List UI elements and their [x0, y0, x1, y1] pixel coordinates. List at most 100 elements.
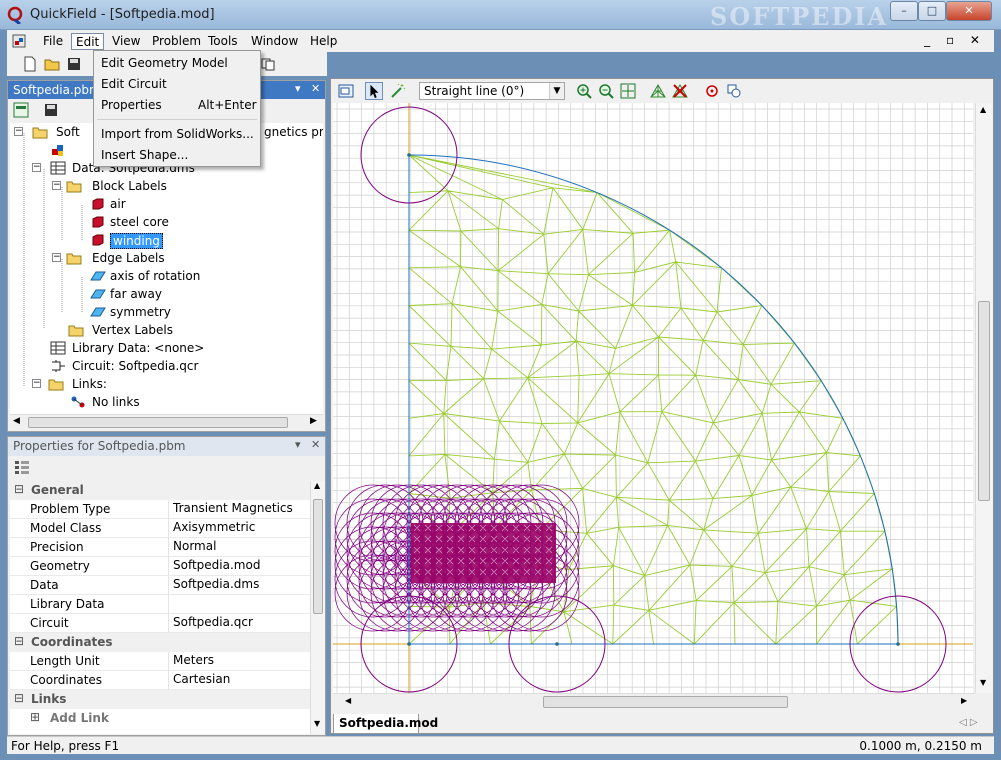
status-help-text: For Help, press F1 [11, 739, 120, 753]
build-mesh-icon[interactable] [649, 82, 667, 100]
zoom-in-icon[interactable] [575, 82, 593, 100]
scroll-up-icon[interactable]: ▲ [980, 105, 986, 114]
tree-label-steel-core: steel core [110, 215, 169, 229]
link-icon [71, 396, 85, 408]
geometry-canvas[interactable] [333, 103, 973, 693]
tree-label-links: Links: [72, 377, 107, 391]
tree-label-axis-of-rotation: axis of rotation [110, 269, 201, 283]
scroll-down-icon[interactable]: ▼ [314, 719, 320, 728]
tree-label-vertex-labels: Vertex Labels [92, 323, 174, 337]
canvas-horizontal-scrollbar[interactable]: ◀ ▶ [333, 693, 975, 710]
scroll-left-icon[interactable]: ◀ [13, 416, 20, 426]
tree-scroll-thumb[interactable] [28, 417, 288, 428]
menu-file[interactable]: File [39, 33, 67, 50]
close-button[interactable]: ✕ [946, 1, 992, 21]
prop-row-model-class[interactable]: Model Class Axisymmetric [10, 519, 310, 538]
minimize-button[interactable]: – [890, 1, 918, 21]
properties-vertical-scrollbar[interactable]: ▲ ▼ [310, 481, 325, 734]
add-link-row[interactable]: ⊞ Add Link [10, 709, 310, 728]
prop-row-problem-type[interactable]: Problem Type Transient Magnetics [10, 500, 310, 519]
panel-pin-icon[interactable]: ▾ [295, 438, 301, 451]
scroll-up-icon[interactable]: ▲ [314, 481, 320, 490]
tree-label-problem-type: gnetics prob [264, 125, 323, 139]
properties-scroll-thumb[interactable] [313, 499, 323, 614]
zoom-out-icon[interactable] [597, 82, 615, 100]
prop-row-geometry[interactable]: Geometry Softpedia.mod [10, 557, 310, 576]
menu-problem[interactable]: Problem [148, 33, 205, 50]
menu-help[interactable]: Help [306, 33, 341, 50]
prop-row-library-data[interactable]: Library Data [10, 595, 310, 614]
maximize-button[interactable]: □ [918, 1, 946, 21]
scroll-down-icon[interactable]: ▼ [980, 678, 986, 687]
category-coordinates[interactable]: ⊟ Coordinates [10, 633, 310, 652]
prop-row-data[interactable]: Data Softpedia.dms [10, 576, 310, 595]
save-icon[interactable] [65, 55, 83, 73]
tab-nav-arrows[interactable]: ◁ ▷ [959, 717, 978, 728]
canvas-scroll-thumb-v[interactable] [978, 301, 990, 501]
menu-item-properties[interactable]: Properties Alt+Enter [96, 95, 258, 115]
folder-icon [32, 127, 48, 139]
properties-panel: Properties for Softpedia.pbm ▾ ✕ ⊟ Genera… [7, 436, 326, 736]
prop-row-length-unit[interactable]: Length Unit Meters [10, 652, 310, 671]
tree-save-icon[interactable] [42, 101, 60, 119]
menu-view[interactable]: View [108, 33, 144, 50]
tree-horizontal-scrollbar[interactable]: ◀ ▶ [10, 414, 323, 430]
tree-label-far-away: far away [110, 287, 162, 301]
menu-item-import-solidworks[interactable]: Import from SolidWorks... [96, 124, 258, 144]
tree-label-air: air [110, 197, 126, 211]
panel-close-icon[interactable]: ✕ [311, 438, 320, 451]
scroll-left-icon[interactable]: ◀ [345, 696, 351, 705]
geometry-model-icon [52, 145, 63, 156]
scroll-right-icon[interactable]: ▶ [310, 416, 317, 426]
panel-pin-icon[interactable]: ▾ [295, 82, 301, 95]
model-view-icon[interactable] [337, 82, 355, 100]
prop-row-coordinates[interactable]: Coordinates Cartesian [10, 671, 310, 690]
prop-row-circuit[interactable]: Circuit Softpedia.qcr [10, 614, 310, 633]
mdi-window-controls[interactable]: _ ▫ ✕ [924, 33, 986, 47]
zoom-fit-icon[interactable] [619, 82, 637, 100]
remove-mesh-icon[interactable] [671, 82, 689, 100]
edit-menu-dropdown: Edit Geometry Model Edit Circuit Propert… [93, 50, 261, 167]
category-general[interactable]: ⊟ General [10, 481, 310, 500]
categorized-view-icon[interactable] [14, 459, 30, 475]
menu-tools[interactable]: Tools [204, 33, 242, 50]
tree-panel-title: Softpedia.pbm [13, 83, 101, 97]
watermark: SOFTPEDIA [710, 2, 889, 31]
document-icon[interactable] [11, 33, 27, 49]
edge-label-icon [90, 289, 106, 299]
tree-label-no-links: No links [92, 395, 140, 409]
tree-label-block-labels: Block Labels [92, 179, 167, 193]
chevron-down-icon[interactable]: ▼ [549, 83, 564, 99]
tree-label-library-data: Library Data: <none> [72, 341, 205, 355]
add-vertex-icon[interactable] [703, 82, 721, 100]
open-folder-icon[interactable] [43, 55, 61, 73]
quickfield-app-icon [7, 6, 23, 24]
tab-softpedia-mod[interactable]: Softpedia.mod [333, 714, 438, 734]
menu-edit[interactable]: Edit [71, 33, 105, 50]
canvas-scroll-thumb-h[interactable] [543, 696, 788, 708]
menu-window[interactable]: Window [247, 33, 302, 50]
menu-item-insert-shape[interactable]: Insert Shape... [96, 145, 258, 165]
window-tile-icon[interactable] [259, 55, 277, 73]
geometry-drawing[interactable] [333, 103, 973, 693]
tree-label-problem: Soft [56, 125, 80, 139]
select-pointer-icon[interactable] [365, 82, 383, 100]
category-links[interactable]: ⊟ Links [10, 690, 310, 709]
scroll-right-icon[interactable]: ▶ [961, 696, 967, 705]
menu-separator [97, 119, 257, 120]
new-file-icon[interactable] [21, 55, 39, 73]
magic-wand-icon[interactable] [389, 82, 407, 100]
tree-label-circuit: Circuit: Softpedia.qcr [72, 359, 199, 373]
library-data-icon [50, 341, 66, 355]
prop-row-precision[interactable]: Precision Normal [10, 538, 310, 557]
folder-icon [48, 379, 64, 391]
menu-item-edit-geometry-model[interactable]: Edit Geometry Model [96, 53, 258, 73]
menu-item-edit-circuit[interactable]: Edit Circuit [96, 74, 258, 94]
insert-shape-icon[interactable] [725, 82, 743, 100]
panel-close-icon[interactable]: ✕ [311, 82, 320, 95]
property-grid: ⊟ General Problem Type Transient Magnetics… [10, 481, 310, 734]
line-type-select[interactable]: Straight line (0°) ▼ [419, 82, 565, 100]
tree-view-icon[interactable] [12, 101, 30, 119]
canvas-vertical-scrollbar[interactable]: ▲ ▼ [975, 103, 992, 693]
properties-panel-header: Properties for Softpedia.pbm ▾ ✕ [8, 437, 325, 456]
